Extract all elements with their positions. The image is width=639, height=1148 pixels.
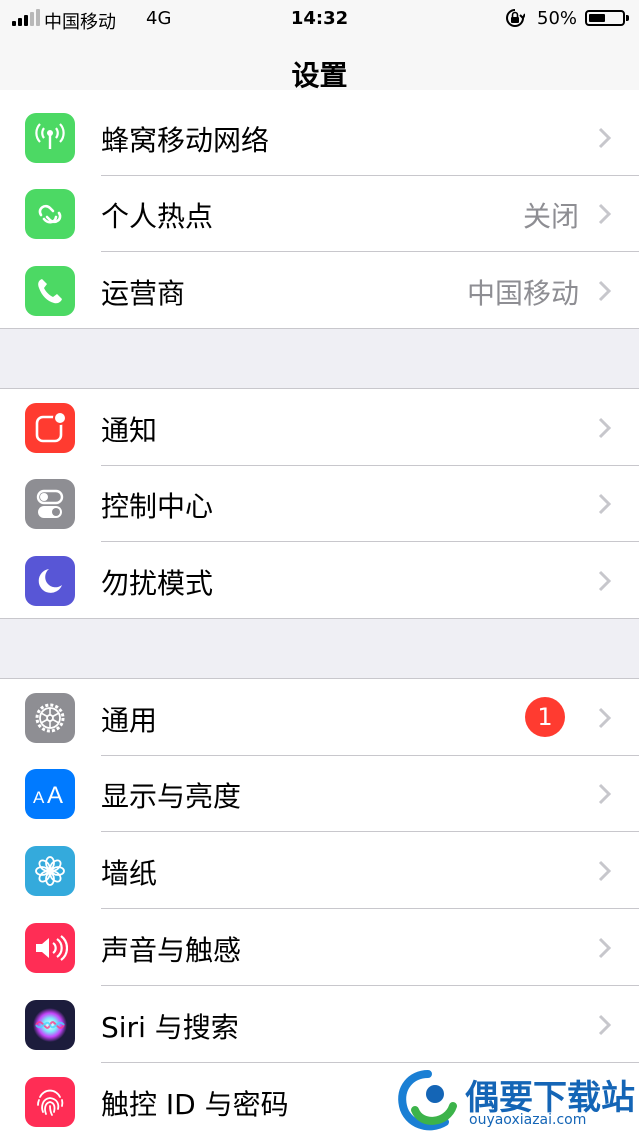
chevron-right-icon — [598, 783, 612, 805]
row-notifications[interactable]: 通知 — [0, 389, 639, 466]
row-control-center[interactable]: 控制中心 — [0, 465, 639, 542]
phone-icon — [25, 266, 75, 316]
chevron-right-icon — [598, 707, 612, 729]
row-sounds-haptics[interactable]: 声音与触感 — [0, 909, 639, 986]
row-cellular[interactable]: 蜂窝移动网络 — [0, 99, 639, 176]
page-title: 设置 — [291, 59, 348, 92]
row-value: 关闭 — [522, 200, 579, 233]
settings-group-network: 蜂窝移动网络 个人热点 关闭 运营商 中国移动 — [0, 90, 639, 329]
row-siri-search[interactable]: Siri 与搜索 — [0, 986, 639, 1063]
chevron-right-icon — [598, 1014, 612, 1036]
row-label: 触控 ID 与密码 — [101, 1088, 289, 1121]
row-hotspot[interactable]: 个人热点 关闭 — [0, 175, 639, 252]
battery-icon — [585, 10, 629, 26]
text-size-icon: A A — [25, 769, 75, 819]
row-label: 声音与触感 — [101, 934, 242, 967]
hotspot-icon — [25, 189, 75, 239]
chevron-right-icon — [598, 417, 612, 439]
row-display-brightness[interactable]: A A 显示与亮度 — [0, 755, 639, 832]
row-wallpaper[interactable]: 墙纸 — [0, 832, 639, 909]
row-do-not-disturb[interactable]: 勿扰模式 — [0, 542, 639, 619]
row-label: 显示与亮度 — [101, 780, 242, 813]
battery-percent: 50% — [537, 8, 578, 29]
toggles-icon — [25, 479, 75, 529]
svg-text:A: A — [33, 788, 45, 807]
chevron-right-icon — [598, 937, 612, 959]
status-bar: 中国移动 4G 14:32 50% — [0, 0, 639, 40]
row-label: 运营商 — [101, 277, 186, 310]
siri-icon — [25, 1000, 75, 1050]
chevron-right-icon — [598, 127, 612, 149]
chevron-right-icon — [598, 203, 612, 225]
fingerprint-icon — [25, 1077, 75, 1127]
row-label: 通知 — [101, 414, 158, 447]
row-label: 勿扰模式 — [101, 567, 214, 600]
chevron-right-icon — [598, 493, 612, 515]
speaker-icon — [25, 923, 75, 973]
chevron-right-icon — [598, 570, 612, 592]
update-badge: 1 — [525, 697, 565, 737]
row-label: Siri 与搜索 — [101, 1011, 239, 1044]
chevron-right-icon — [598, 280, 612, 302]
row-label: 控制中心 — [101, 490, 214, 523]
row-label: 通用 — [101, 704, 158, 737]
orientation-lock-icon — [506, 9, 525, 27]
chevron-right-icon — [598, 860, 612, 882]
flower-icon — [25, 846, 75, 896]
watermark-url: ouyaoxiazai.com — [469, 1112, 587, 1128]
notification-icon — [25, 403, 75, 453]
row-label: 个人热点 — [101, 200, 214, 233]
row-carrier[interactable]: 运营商 中国移动 — [0, 252, 639, 329]
watermark-logo — [398, 1070, 457, 1131]
watermark: 偶要下载站 ouyaoxiazai.com — [395, 1068, 639, 1136]
row-label: 蜂窝移动网络 — [101, 124, 270, 157]
row-general[interactable]: 通用 1 — [0, 679, 639, 756]
moon-icon — [25, 556, 75, 606]
gear-icon — [25, 693, 75, 743]
settings-group-notifications: 通知 控制中心 勿扰模式 — [0, 388, 639, 619]
antenna-icon — [25, 113, 75, 163]
svg-text:A: A — [47, 782, 63, 809]
row-label: 墙纸 — [101, 857, 158, 890]
row-value: 中国移动 — [466, 277, 579, 310]
